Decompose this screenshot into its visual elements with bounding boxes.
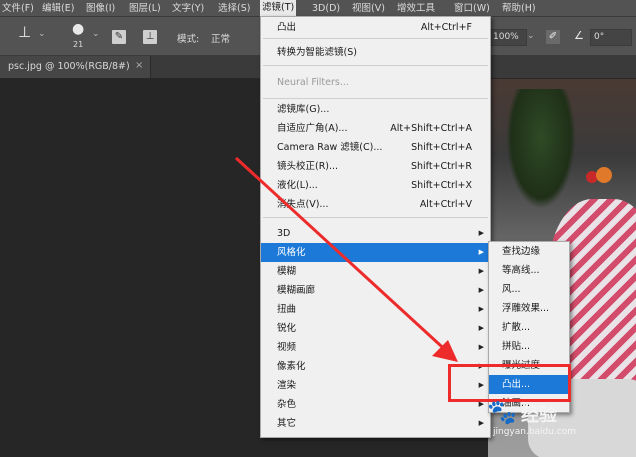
watermark: 🐾 经验 jingyan.baidu.com: [487, 397, 632, 442]
watermark-url: jingyan.baidu.com: [493, 427, 577, 437]
baidu-paw-icon: 🐾: [487, 398, 517, 426]
annotation-arrow: [234, 156, 458, 362]
watermark-title: 经验: [521, 405, 557, 426]
